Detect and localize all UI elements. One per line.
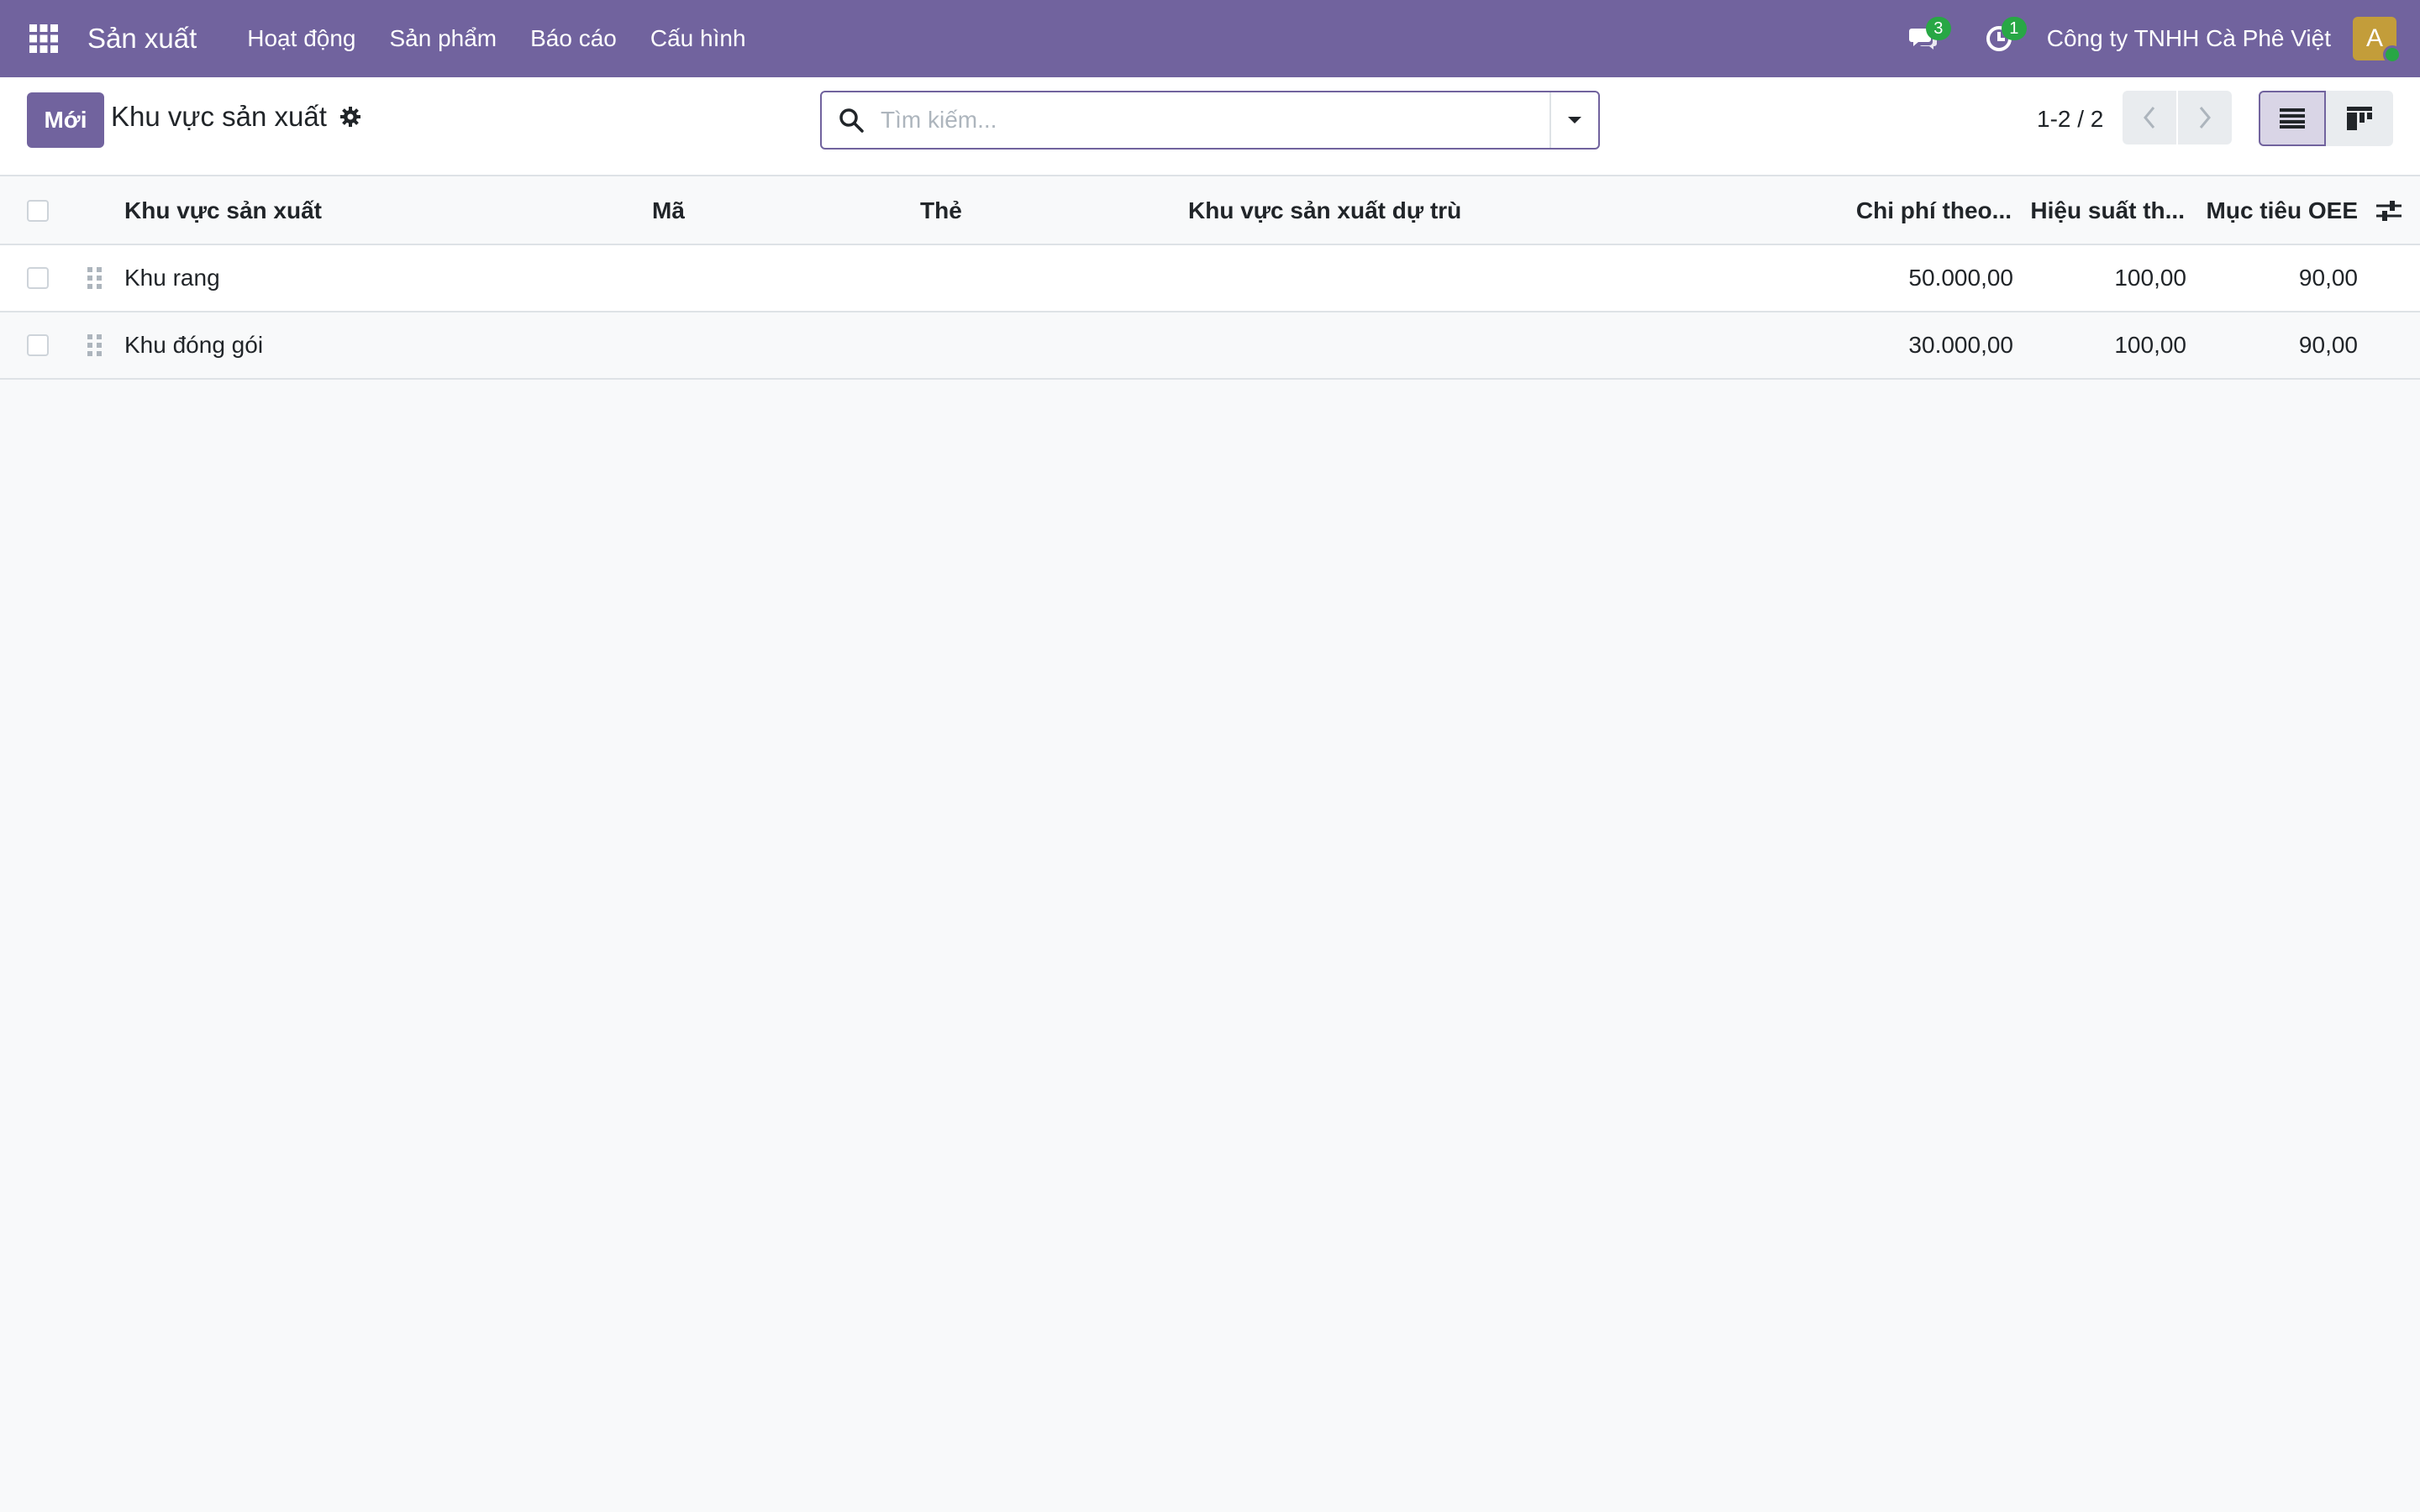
page-title: Khu vực sản xuất (111, 101, 327, 132)
new-button[interactable]: Mới (27, 92, 104, 148)
cell-cost: 50.000,00 (1908, 265, 2013, 291)
top-navbar: Sản xuất Hoạt động Sản phẩm Báo cáo Cấu … (0, 0, 2420, 77)
table-row[interactable]: Khu rang 50.000,00 100,00 90,00 (0, 245, 2420, 312)
messages-button[interactable]: 3 (1886, 0, 1961, 77)
select-all-checkbox[interactable] (27, 200, 49, 222)
messages-count-badge: 3 (1925, 17, 1951, 40)
column-header-name[interactable]: Khu vực sản xuất (124, 178, 322, 244)
search-icon (822, 92, 881, 148)
control-panel: Mới Khu vực sản xuất 1-2 (0, 77, 2420, 176)
list-view-button[interactable] (2259, 91, 2326, 146)
search-options-toggle[interactable] (1549, 92, 1598, 148)
cell-oee: 90,00 (2298, 332, 2358, 358)
column-header-cost[interactable]: Chi phí theo... (1807, 178, 2012, 244)
sliders-icon (2376, 201, 2402, 221)
row-select-cell (27, 245, 49, 311)
cell-name: Khu rang (124, 265, 220, 291)
chevron-left-icon (2144, 107, 2155, 129)
search-box (820, 91, 1600, 150)
kanban-icon (2347, 107, 2372, 130)
user-menu[interactable]: A (2353, 17, 2402, 64)
row-checkbox[interactable] (27, 267, 49, 289)
caret-down-icon (1568, 117, 1581, 123)
menu-hoat-dong[interactable]: Hoạt động (230, 0, 372, 77)
company-switcher[interactable]: Công ty TNHH Cà Phê Việt (2037, 25, 2353, 52)
list-icon (2280, 108, 2305, 129)
select-all-cell (27, 178, 49, 244)
column-header-efficiency[interactable]: Hiệu suất th... (2017, 178, 2185, 244)
pager-value[interactable]: 1-2 / 2 (2037, 106, 2103, 133)
apps-menu-icon[interactable] (0, 0, 87, 77)
column-header-tags[interactable]: Thẻ (920, 178, 962, 244)
breadcrumb: Khu vực sản xuất (111, 101, 362, 133)
activities-count-badge: 1 (2001, 17, 2027, 40)
cell-name: Khu đóng gói (124, 332, 264, 358)
column-header-alternative[interactable]: Khu vực sản xuất dự trù (1188, 178, 1461, 244)
kanban-view-button[interactable] (2326, 91, 2393, 146)
table-header: Khu vực sản xuất Mã Thẻ Khu vực sản xuất… (0, 178, 2420, 245)
column-header-oee[interactable]: Mục tiêu OEE (2193, 178, 2358, 244)
pager-previous-button[interactable] (2123, 91, 2176, 144)
optional-columns-toggle[interactable] (2376, 178, 2402, 244)
drag-handle-icon[interactable] (86, 245, 104, 311)
cell-efficiency: 100,00 (2114, 265, 2186, 291)
gear-icon[interactable] (339, 105, 362, 129)
systray: 3 1 Công ty TNHH Cà Phê Việt A (1886, 0, 2420, 77)
drag-handle-icon[interactable] (86, 312, 104, 378)
menu-san-pham[interactable]: Sản phẩm (372, 0, 513, 77)
app-title[interactable]: Sản xuất (87, 23, 197, 55)
column-header-code[interactable]: Mã (652, 178, 685, 244)
chevron-right-icon (2199, 107, 2211, 129)
pager-next-button[interactable] (2178, 91, 2232, 144)
menu-bao-cao[interactable]: Báo cáo (513, 0, 634, 77)
cell-efficiency: 100,00 (2114, 332, 2186, 358)
list-table: Khu vực sản xuất Mã Thẻ Khu vực sản xuất… (0, 178, 2420, 380)
menu-cau-hinh[interactable]: Cấu hình (634, 0, 763, 77)
activities-button[interactable]: 1 (1961, 0, 2037, 77)
cell-oee: 90,00 (2298, 265, 2358, 291)
search-input[interactable] (881, 107, 1549, 134)
cell-cost: 30.000,00 (1908, 332, 2013, 358)
row-select-cell (27, 312, 49, 378)
online-status-dot (2383, 45, 2402, 64)
table-row[interactable]: Khu đóng gói 30.000,00 100,00 90,00 (0, 312, 2420, 380)
row-checkbox[interactable] (27, 334, 49, 356)
